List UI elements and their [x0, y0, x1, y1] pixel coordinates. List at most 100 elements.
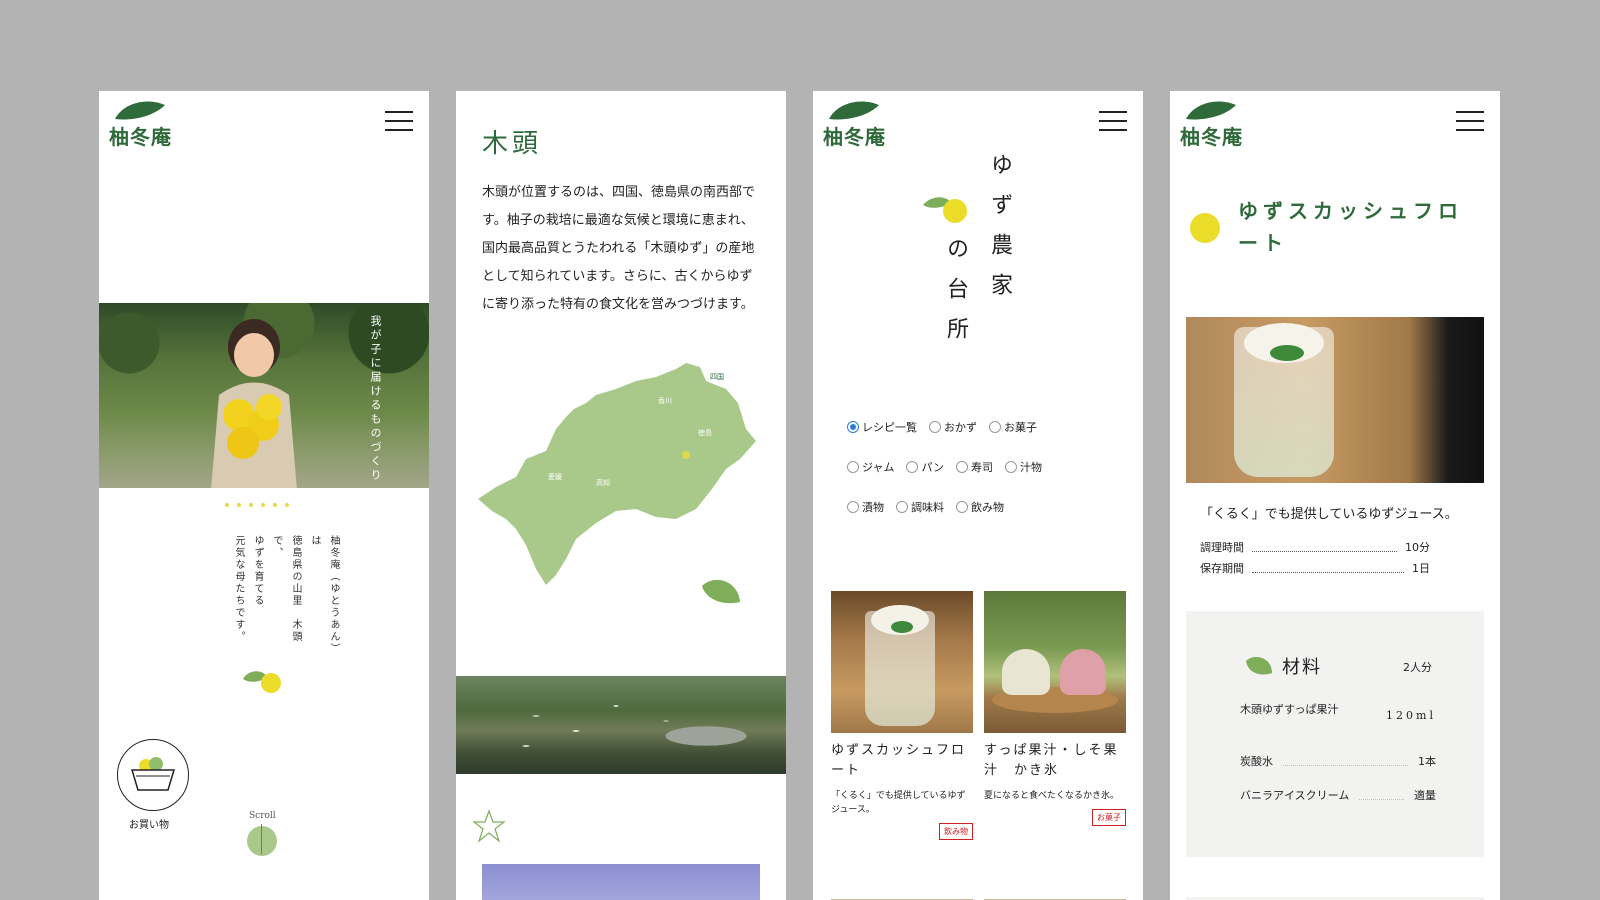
filter-option-soup[interactable]: 汁物: [1005, 459, 1042, 475]
map-label-tokushima: 徳島: [698, 428, 712, 437]
radio-button[interactable]: [847, 501, 859, 513]
category-tag[interactable]: 飲み物: [939, 823, 973, 840]
screen-kito: 木頭 木頭が位置するのは、四国、徳島県の南西部です。柚子の栽培に最適な気候と環境…: [456, 91, 786, 900]
scroll-line: [261, 824, 262, 854]
time-value: 10分: [1405, 541, 1430, 554]
radio-button[interactable]: [896, 501, 908, 513]
ingredient-row: バニラアイスクリーム 適量: [1240, 787, 1436, 803]
ingredients-box: 材料 2人分 木頭ゆずすっぱ果汁 120ml 炭酸水 1本 バニラアイスクリーム…: [1186, 611, 1484, 857]
filter-row: ジャム パン 寿司 汁物: [847, 459, 1127, 475]
recipe-photo: [1186, 317, 1484, 483]
logo-text: 柚冬庵: [109, 125, 172, 149]
cooking-time-row: 調理時間 10分: [1200, 539, 1430, 555]
yuzu-flower-icon: [472, 809, 506, 843]
leaf-icon: [1186, 101, 1236, 120]
recipe-title[interactable]: すっぱ果汁・しそ果汁 かき氷: [984, 741, 1126, 781]
hamburger-menu-icon[interactable]: [1099, 111, 1127, 133]
map-label-ehime: 愛媛: [548, 472, 562, 481]
filter-option-pickles[interactable]: 漬物: [847, 499, 884, 515]
kito-description: 木頭が位置するのは、四国、徳島県の南西部です。柚子の栽培に最適な気候と環境に恵ま…: [482, 185, 756, 312]
category-tag[interactable]: お菓子: [1092, 809, 1126, 826]
intro-text: 柚冬庵（ゆとうあん）は 徳島県の山里 木頭で、 ゆずを育てる 元気な母たちです。: [229, 535, 343, 665]
intro-line: 元気な母たちです。: [233, 535, 244, 643]
logo[interactable]: 柚冬庵: [1180, 99, 1244, 149]
leaf-icon: [702, 579, 740, 604]
yuzu-icon: [243, 671, 281, 693]
filter-option-okashi[interactable]: お菓子: [989, 419, 1037, 435]
radio-button[interactable]: [847, 421, 859, 433]
filter-option-seasoning[interactable]: 調味料: [896, 499, 944, 515]
intro-line: 徳島県の山里 木頭で、: [271, 535, 301, 643]
recipe-desc: 「くるく」でも提供しているゆずジュース。: [1200, 507, 1458, 522]
ingredient-row: 木頭ゆずすっぱ果汁 120ml: [1240, 701, 1436, 722]
ingredient-name: 木頭ゆずすっぱ果汁: [1240, 703, 1339, 716]
page-title-sub: の台所: [943, 237, 968, 357]
hamburger-menu-icon[interactable]: [385, 111, 413, 133]
time-label: 調理時間: [1200, 541, 1244, 554]
hero-tagline: 我が子に届けるものづくり: [369, 315, 382, 483]
ingredients-heading: 材料: [1244, 653, 1322, 679]
map-label-shikoku: 四国: [710, 373, 724, 381]
intro-line: ゆずを育てる: [252, 535, 263, 607]
scroll-label: Scroll: [249, 811, 276, 821]
radio-button[interactable]: [956, 461, 969, 473]
filter-row: レシピ一覧 おかず お菓子: [847, 419, 1127, 435]
filter-option-sushi[interactable]: 寿司: [956, 459, 993, 475]
ingredient-qty: 適量: [1414, 789, 1436, 802]
basket-icon: [130, 757, 176, 791]
recipe-photo[interactable]: [831, 591, 973, 733]
radio-button[interactable]: [906, 461, 919, 473]
leaf-icon: [115, 101, 165, 120]
intro-line: 柚冬庵（ゆとうあん）は: [309, 535, 339, 655]
shop-button[interactable]: [117, 739, 189, 811]
recipe-photo[interactable]: [984, 591, 1126, 733]
recipe-card[interactable]: すっぱ果汁・しそ果汁 かき氷 夏になると食べたくなるかき氷。 お菓子: [984, 591, 1126, 826]
carousel-dots[interactable]: [225, 503, 289, 507]
logo[interactable]: 柚冬庵: [823, 99, 887, 149]
filter-option-all[interactable]: レシピ一覧: [847, 419, 917, 435]
recipe-filter: レシピ一覧 おかず お菓子 ジャム パン 寿司 汁物 漬物 調味料 飲み物: [847, 419, 1127, 539]
filter-row: 漬物 調味料 飲み物: [847, 499, 1127, 515]
yuzu-icon: [1190, 213, 1220, 243]
scroll-indicator[interactable]: [247, 826, 277, 856]
village-photo: [456, 676, 786, 774]
radio-button[interactable]: [956, 501, 968, 513]
ingredient-name: バニラアイスクリーム: [1240, 789, 1350, 802]
recipe-title: ゆずスカッシュフロート: [1238, 199, 1463, 255]
hamburger-menu-icon[interactable]: [1456, 111, 1484, 133]
logo-text: 柚冬庵: [823, 125, 886, 149]
recipe-title[interactable]: ゆずスカッシュフロート: [831, 741, 973, 781]
ingredient-row: 炭酸水 1本: [1240, 753, 1436, 769]
map-label-kochi: 高知: [596, 478, 610, 487]
storage-time-row: 保存期間 1日: [1200, 560, 1430, 576]
shop-label[interactable]: お買い物: [129, 816, 169, 831]
radio-button[interactable]: [929, 421, 941, 433]
recipe-desc: 「くるく」でも提供しているゆずジュース。: [831, 791, 966, 815]
filter-option-drinks[interactable]: 飲み物: [956, 499, 1004, 515]
ingredients-title: 材料: [1282, 657, 1322, 678]
screen-recipe-list: 柚冬庵 ゆず農家 の台所 レシピ一覧 おかず お菓子 ジャム パン 寿司 汁物 …: [813, 91, 1143, 900]
filter-option-bread[interactable]: パン: [906, 459, 944, 475]
child-holding-yuzu-image: [211, 319, 297, 488]
page-title: ゆず農家: [987, 153, 1012, 313]
logo-text: 柚冬庵: [1180, 125, 1243, 149]
leaf-icon: [1246, 657, 1272, 675]
screen-home: 柚冬庵 我が子に届けるものづくり 柚冬庵（ゆとうあん）は 徳島県の山里 木頭で、…: [99, 91, 429, 900]
filter-option-okazu[interactable]: おかず: [929, 419, 977, 435]
sky-photo: [482, 864, 760, 900]
logo[interactable]: 柚冬庵: [109, 99, 173, 149]
radio-button[interactable]: [1005, 461, 1018, 473]
recipe-desc: 夏になると食べたくなるかき氷。: [984, 791, 1120, 801]
leaf-icon: [829, 101, 879, 120]
ingredient-qty: 1本: [1418, 755, 1436, 768]
ingredient-name: 炭酸水: [1240, 755, 1273, 768]
recipe-card[interactable]: ゆずスカッシュフロート 「くるく」でも提供しているゆずジュース。 飲み物: [831, 591, 973, 840]
servings: 2人分: [1403, 661, 1432, 674]
time-label: 保存期間: [1200, 562, 1244, 575]
radio-button[interactable]: [847, 461, 859, 473]
filter-option-jam[interactable]: ジャム: [847, 459, 894, 475]
map-label-kagawa: 香川: [658, 396, 672, 405]
radio-button[interactable]: [989, 421, 1001, 433]
time-value: 1日: [1412, 562, 1430, 575]
ingredient-qty: 120ml: [1386, 709, 1436, 722]
